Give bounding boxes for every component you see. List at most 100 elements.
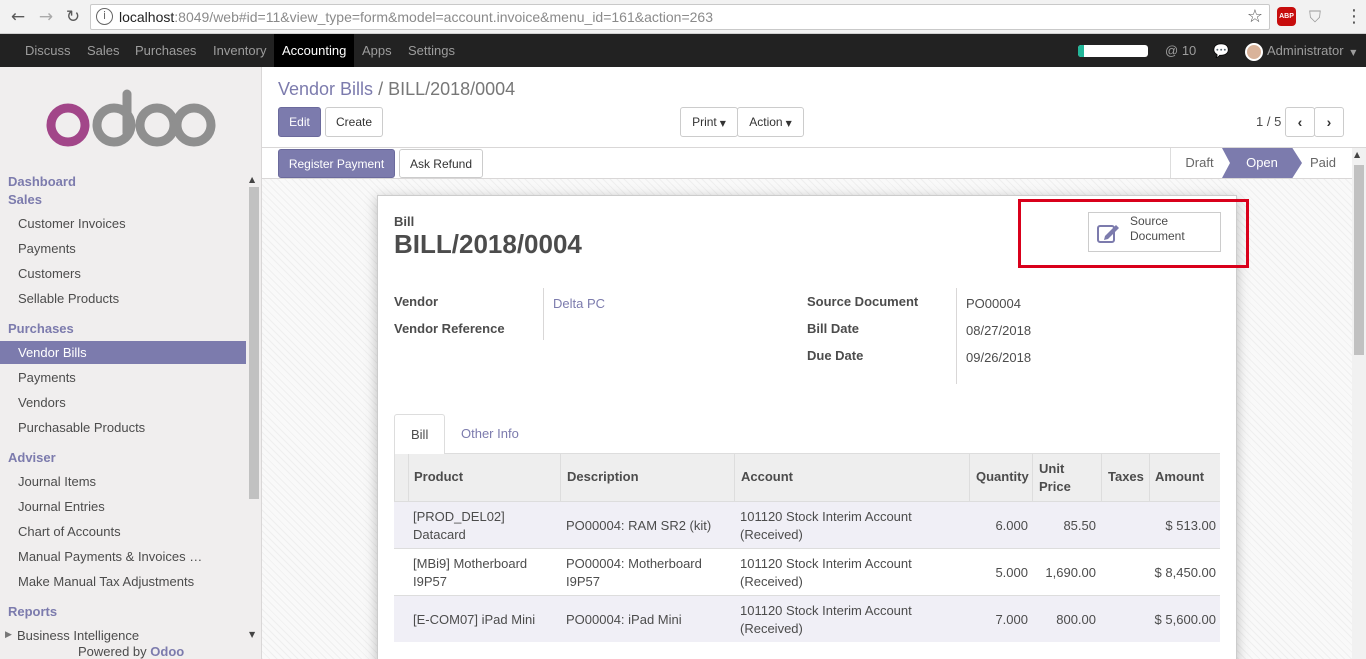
tab-other-info[interactable]: Other Info (445, 414, 535, 454)
cell-amount: $ 8,450.00 (1154, 565, 1216, 580)
sidebar-item-journal-entries[interactable]: Journal Entries (0, 495, 246, 518)
sidebar-item-manual-payments[interactable]: Manual Payments & Invoices … (0, 545, 246, 568)
cell-account: 101120 Stock Interim Account (Received) (740, 509, 912, 542)
back-icon[interactable]: ← (7, 6, 29, 28)
sidebar: ▲ ▼ Dashboard Sales Customer Invoices Pa… (0, 67, 262, 659)
cell-amount: $ 5,600.00 (1154, 612, 1216, 627)
edit-icon (1097, 225, 1119, 243)
sidebar-section-adviser: Adviser (8, 450, 56, 465)
odoo-link[interactable]: Odoo (150, 644, 184, 659)
register-payment-button[interactable]: Register Payment (278, 149, 395, 178)
create-button[interactable]: Create (325, 107, 383, 137)
adblock-icon[interactable]: ABP (1277, 7, 1296, 26)
breadcrumb-current: BILL/2018/0004 (388, 79, 516, 99)
bookmark-star-icon[interactable]: ☆ (1247, 6, 1263, 27)
cell-account: 101120 Stock Interim Account (Received) (740, 556, 912, 589)
source-document-label: Source Document (807, 294, 919, 309)
source-document-button[interactable]: Source Document (1088, 212, 1221, 252)
sidebar-item-sellable-products[interactable]: Sellable Products (0, 287, 246, 310)
sidebar-section-sales: Sales (8, 192, 42, 207)
table-row[interactable]: [PROD_DEL02] Datacard PO00004: RAM SR2 (k… (394, 501, 1220, 548)
column-header-description[interactable]: Description (560, 454, 734, 501)
status-bar: Register Payment Ask Refund Draft Open P… (262, 148, 1352, 179)
cell-quantity: 7.000 (995, 612, 1028, 627)
menu-purchases[interactable]: Purchases (127, 34, 204, 67)
sidebar-item-sales-payments[interactable]: Payments (0, 237, 246, 260)
chevron-down-icon: ▼ (1350, 48, 1357, 57)
form-view: Register Payment Ask Refund Draft Open P… (262, 148, 1352, 659)
scroll-up-icon[interactable]: ▲ (1354, 150, 1360, 159)
state-draft[interactable]: Draft (1170, 148, 1228, 178)
sidebar-item-journal-items[interactable]: Journal Items (0, 470, 246, 493)
url-text[interactable]: localhost:8049/web#id=11&view_type=form&… (119, 9, 713, 25)
scroll-down-icon[interactable]: ▼ (249, 630, 255, 639)
sidebar-item-manual-tax[interactable]: Make Manual Tax Adjustments (0, 570, 246, 593)
table-row[interactable]: [MBi9] Motherboard I9P57 PO00004: Motherb… (394, 548, 1220, 595)
column-header-account[interactable]: Account (734, 454, 969, 501)
cell-unit-price: 1,690.00 (1045, 565, 1096, 580)
document-title: BILL/2018/0004 (394, 229, 582, 259)
reload-icon[interactable]: ↻ (62, 6, 84, 28)
at-icon: @ (1165, 43, 1179, 58)
vendor-field[interactable]: Delta PC (553, 296, 605, 311)
sidebar-item-vendors[interactable]: Vendors (0, 391, 246, 414)
ask-refund-button[interactable]: Ask Refund (399, 149, 483, 178)
cell-unit-price: 85.50 (1063, 518, 1096, 533)
pager-previous-button[interactable]: ‹ (1285, 107, 1315, 137)
column-header-amount[interactable]: Amount (1149, 454, 1220, 501)
bill-date-field: 08/27/2018 (966, 323, 1032, 338)
menu-discuss[interactable]: Discuss (17, 34, 79, 67)
action-button[interactable]: Action ▼ (737, 107, 804, 137)
caret-down-icon: ▼ (785, 119, 792, 128)
pager-next-button[interactable]: › (1314, 107, 1344, 137)
sidebar-item-purchase-payments[interactable]: Payments (0, 366, 246, 389)
scroll-up-icon[interactable]: ▲ (249, 175, 255, 184)
menu-apps[interactable]: Apps (354, 34, 400, 67)
pager-value[interactable]: 1 / 5 (1256, 114, 1281, 129)
main-scrollbar[interactable] (1354, 165, 1364, 355)
sidebar-section-reports: Reports (8, 604, 58, 619)
sidebar-item-customers[interactable]: Customers (0, 262, 246, 285)
menu-inventory[interactable]: Inventory (205, 34, 274, 67)
address-bar[interactable]: i localhost:8049/web#id=11&view_type=for… (90, 4, 1270, 30)
column-header-product[interactable]: Product (408, 454, 560, 501)
odoo-logo (46, 89, 216, 147)
browser-toolbar: ← → ↻ i localhost:8049/web#id=11&view_ty… (0, 0, 1366, 34)
sidebar-item-customer-invoices[interactable]: Customer Invoices (0, 212, 246, 235)
column-header-quantity[interactable]: Quantity (969, 454, 1032, 501)
control-panel: Vendor Bills / BILL/2018/0004 Edit Create … (262, 67, 1366, 148)
menu-settings[interactable]: Settings (400, 34, 463, 67)
caret-down-icon: ▼ (719, 119, 726, 128)
due-date-field: 09/26/2018 (966, 350, 1032, 365)
edit-button[interactable]: Edit (278, 107, 321, 137)
user-menu[interactable]: Administrator ▼ (1245, 34, 1356, 67)
column-header-unit-price[interactable]: Unit Price (1032, 454, 1101, 501)
system-progress-bar[interactable] (1078, 45, 1148, 57)
source-document-field: PO00004 (966, 296, 1021, 311)
messages-indicator[interactable]: @ 10 (1165, 34, 1196, 67)
tab-bill[interactable]: Bill (394, 414, 446, 455)
info-icon[interactable]: i (96, 8, 113, 25)
cell-description: PO00004: Motherboard I9P57 (566, 556, 702, 589)
menu-sales[interactable]: Sales (79, 34, 128, 67)
sidebar-dashboard[interactable]: Dashboard (8, 174, 76, 189)
print-button[interactable]: Print ▼ (680, 107, 738, 137)
cell-quantity: 5.000 (995, 565, 1028, 580)
table-row[interactable]: [E-COM07] iPad Mini PO00004: iPad Mini 1… (394, 595, 1220, 642)
state-paid[interactable]: Paid (1302, 148, 1344, 178)
menu-accounting[interactable]: Accounting (274, 34, 355, 67)
due-date-label: Due Date (807, 348, 864, 363)
breadcrumb-vendor-bills[interactable]: Vendor Bills (278, 79, 373, 99)
sidebar-item-vendor-bills[interactable]: Vendor Bills (0, 341, 246, 364)
shield-icon[interactable]: ⛉ (1309, 7, 1326, 26)
browser-menu-icon[interactable]: ⋮ (1345, 6, 1363, 27)
forward-icon[interactable]: → (35, 6, 57, 28)
vendor-reference-label: Vendor Reference (394, 321, 505, 336)
sidebar-scrollbar[interactable] (249, 187, 259, 499)
main-navbar: Discuss Sales Purchases Inventory Accoun… (0, 34, 1366, 67)
chat-icon[interactable]: 💬 (1213, 34, 1229, 67)
column-header-taxes[interactable]: Taxes (1101, 454, 1149, 501)
cell-product: [MBi9] Motherboard I9P57 (413, 556, 528, 589)
sidebar-item-purchasable-products[interactable]: Purchasable Products (0, 416, 246, 439)
sidebar-item-chart-of-accounts[interactable]: Chart of Accounts (0, 520, 246, 543)
